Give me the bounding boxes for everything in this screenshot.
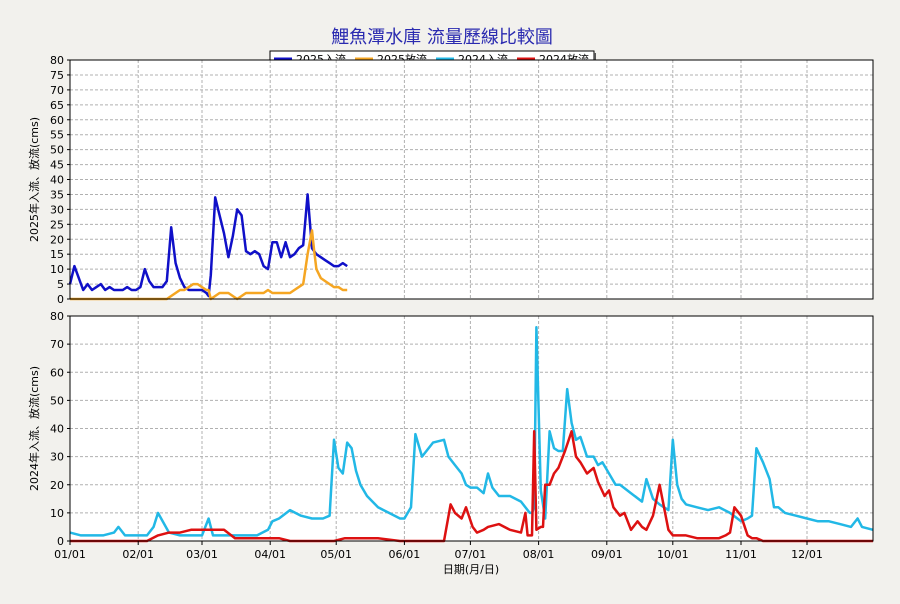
y-axis-label-top: 2025年入流、放流(cms) xyxy=(27,117,41,242)
y-tick-label-bottom: 30 xyxy=(50,451,64,464)
y-tick-label-bottom: 80 xyxy=(50,310,64,323)
y-tick-label-top: 65 xyxy=(50,99,64,112)
x-tick-label: 04/01 xyxy=(254,548,286,561)
y-tick-label-bottom: 50 xyxy=(50,394,64,407)
y-tick-label-top: 25 xyxy=(50,218,64,231)
y-tick-label-top: 0 xyxy=(57,293,64,306)
y-tick-label-top: 10 xyxy=(50,263,64,276)
panel-2025: 0 5 10 15 20 25 30 3540 45 50 55 60 65 70 75 80 2025年入流、… xyxy=(27,54,874,306)
y-tick-label-top: 60 xyxy=(50,114,64,127)
x-tick-label: 09/01 xyxy=(591,548,623,561)
y-tick-label-top: 50 xyxy=(50,144,64,157)
x-tick-label: 10/01 xyxy=(657,548,689,561)
panel-2024: 0 10 20 30 40 50 60 70 80 2024年入流、放流(cms) 01/01 02/… xyxy=(27,310,874,576)
x-tick-label: 02/01 xyxy=(122,548,154,561)
y-tick-label-top: 55 xyxy=(50,129,64,142)
flow-chart: 鯉魚潭水庫 流量歷線比較圖 2025入流 2025放流 2024入流 2024放… xyxy=(27,27,874,576)
y-tick-label-top: 80 xyxy=(50,54,64,67)
y-tick-label-bottom: 40 xyxy=(50,423,64,436)
x-tick-label: 01/01 xyxy=(54,548,86,561)
x-tick-label: 08/01 xyxy=(523,548,555,561)
y-tick-label-bottom: 20 xyxy=(50,479,64,492)
y-tick-label-top: 70 xyxy=(50,84,64,97)
y-tick-label-top: 15 xyxy=(50,248,64,261)
x-axis-label: 日期(月/日) xyxy=(443,563,499,576)
y-tick-label-bottom: 10 xyxy=(50,507,64,520)
x-tick-label: 05/01 xyxy=(320,548,352,561)
x-tick-label: 06/01 xyxy=(389,548,421,561)
chart-container: 鯉魚潭水庫 流量歷線比較圖 2025入流 2025放流 2024入流 2024放… xyxy=(0,0,900,600)
y-tick-label-top: 40 xyxy=(50,174,64,187)
y-tick-label-bottom: 60 xyxy=(50,366,64,379)
y-axis-label-bottom: 2024年入流、放流(cms) xyxy=(27,366,41,491)
x-tick-label: 12/01 xyxy=(791,548,823,561)
x-tick-label: 11/01 xyxy=(725,548,757,561)
y-tick-label-bottom: 70 xyxy=(50,338,64,351)
y-tick-label-top: 75 xyxy=(50,69,64,82)
chart-title: 鯉魚潭水庫 流量歷線比較圖 xyxy=(331,27,553,48)
x-tick-label: 07/01 xyxy=(455,548,487,561)
x-tick-label: 03/01 xyxy=(186,548,218,561)
y-tick-label-top: 35 xyxy=(50,188,64,201)
y-tick-label-top: 45 xyxy=(50,159,64,172)
y-tick-label-bottom: 0 xyxy=(57,535,64,548)
y-tick-label-top: 20 xyxy=(50,233,64,246)
y-tick-label-top: 5 xyxy=(57,278,64,291)
y-tick-label-top: 30 xyxy=(50,203,64,216)
